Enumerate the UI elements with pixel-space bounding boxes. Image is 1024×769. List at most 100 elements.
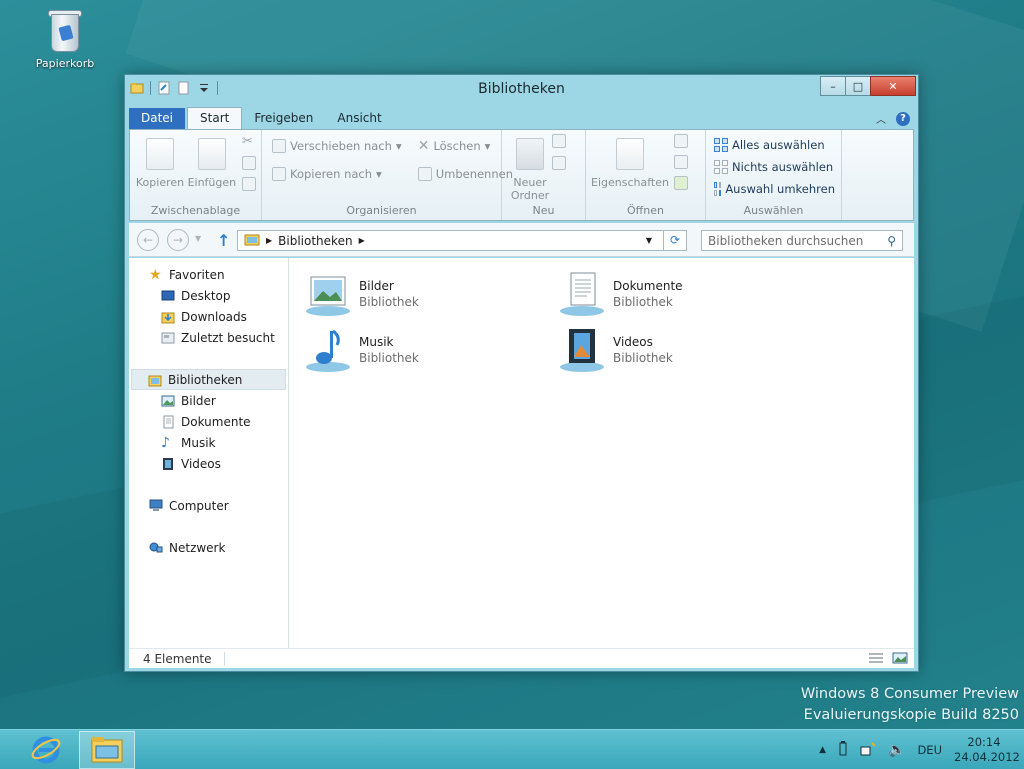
item-count: 4 Elemente [143,651,212,666]
delete-button[interactable]: ✕ Löschen ▾ [418,135,513,157]
desktop-icon [161,289,175,303]
internet-explorer-icon [30,733,62,768]
copy-path-icon[interactable] [242,156,256,170]
forward-button[interactable]: → [167,229,189,251]
paste-shortcut-icon[interactable] [242,177,256,191]
ribbon-group-new: Neuer Ordner Neu [502,130,586,220]
large-icons-view-icon[interactable] [892,652,908,667]
navigation-bar: ← → ▼ ↑ ▶ Bibliotheken ▶ ▼ ⟳ Bibliotheke… [129,223,914,257]
search-input[interactable]: Bibliotheken durchsuchen ⚲ [701,230,903,251]
paste-button[interactable]: Einfügen [188,134,236,189]
libraries-folder-icon [244,232,260,249]
taskbar-internet-explorer[interactable] [18,731,74,769]
tab-start[interactable]: Start [187,107,243,129]
maximize-button[interactable]: □ [845,76,871,96]
recent-locations-chevron-icon[interactable]: ▼ [195,234,201,243]
nav-item-pictures[interactable]: Bilder [129,390,288,411]
input-language[interactable]: DEU [917,743,942,757]
nav-network[interactable]: Netzwerk [129,537,288,558]
nav-item-documents[interactable]: Dokumente [129,411,288,432]
select-all-icon [714,138,728,152]
tab-file[interactable]: Datei [129,108,186,129]
help-icon[interactable]: ? [896,111,910,126]
tab-share[interactable]: Freigeben [242,108,325,129]
select-none-button[interactable]: Nichts auswählen [714,156,835,178]
file-type: Bibliothek [613,351,673,365]
status-bar: 4 Elemente [129,648,914,668]
nav-item-recent[interactable]: Zuletzt besucht [129,327,288,348]
nav-item-desktop[interactable]: Desktop [129,285,288,306]
address-dropdown-icon[interactable]: ▼ [646,236,652,245]
select-none-icon [714,160,728,174]
breadcrumb-separator-icon[interactable]: ▶ [266,236,272,245]
recycle-bin-icon [47,8,83,52]
show-hidden-icons-chevron-icon[interactable]: ▲ [819,745,826,755]
list-item-videos-library[interactable]: Videos Bibliothek [559,324,789,376]
explorer-window: Bibliotheken – □ ✕ Datei Start Freigeben… [124,74,919,672]
search-icon[interactable]: ⚲ [887,234,896,248]
file-name: Dokumente [613,279,683,293]
documents-icon [161,415,175,429]
film-strip-icon [161,457,175,471]
taskbar: ▲ 🔈 DEU 20:14 24.04.2012 [0,729,1024,769]
copy-to-button[interactable]: Kopieren nach ▾ [272,163,402,185]
new-item-icon[interactable] [552,134,566,148]
scissors-icon[interactable]: ✂ [242,134,256,149]
nav-libraries[interactable]: Bibliotheken [131,369,286,390]
up-arrow-icon[interactable]: ↑ [217,231,230,250]
history-icon[interactable] [674,176,688,190]
nav-item-videos[interactable]: Videos [129,453,288,474]
music-note-icon: ♪ [161,434,170,451]
back-button[interactable]: ← [137,229,159,251]
ribbon-tabs: Datei Start Freigeben Ansicht ︿ ? [129,107,914,129]
minimize-button[interactable]: – [820,76,846,96]
breadcrumb-separator-icon[interactable]: ▶ [359,236,365,245]
rename-button[interactable]: Umbenennen [417,163,513,185]
minimize-ribbon-chevron-icon[interactable]: ︿ [876,111,886,126]
open-icon[interactable] [674,134,688,148]
file-explorer-icon [90,734,124,767]
nav-computer[interactable]: Computer [129,495,288,516]
nav-item-downloads[interactable]: Downloads [129,306,288,327]
taskbar-file-explorer[interactable] [79,731,135,769]
invert-selection-button[interactable]: Auswahl umkehren [714,178,835,200]
battery-icon[interactable] [838,740,848,760]
refresh-button[interactable]: ⟳ [663,230,687,251]
file-name: Videos [613,335,653,349]
list-item-pictures-library[interactable]: Bilder Bibliothek [305,268,535,320]
navigation-pane: ★ Favoriten Desktop Downloads Zuletzt be… [129,258,289,648]
desktop-icon-recycle-bin[interactable]: Papierkorb [30,8,100,70]
breadcrumb-item[interactable]: Bibliotheken [278,234,352,248]
network-status-icon[interactable] [860,741,876,760]
easy-access-icon[interactable] [552,156,566,170]
close-button[interactable]: ✕ [870,76,916,96]
list-item-music-library[interactable]: Musik Bibliothek [305,324,535,376]
nav-item-music[interactable]: ♪ Musik [129,432,288,453]
edit-icon[interactable] [674,155,688,169]
copy-to-icon [272,167,286,181]
window-title: Bibliotheken [478,81,565,97]
new-folder-icon [516,138,544,170]
libraries-folder-icon [148,373,162,387]
title-bar[interactable]: Bibliotheken – □ ✕ [125,75,918,105]
documents-library-icon [559,271,605,317]
new-folder-button[interactable]: Neuer Ordner [508,134,552,202]
copy-button[interactable]: Kopieren [136,134,184,189]
properties-button[interactable]: Eigenschaften [591,134,669,189]
ribbon: Kopieren Einfügen ✂ Zwischenablage Versc… [129,129,914,221]
list-item-documents-library[interactable]: Dokumente Bibliothek [559,268,789,320]
recent-places-icon [161,331,175,345]
search-placeholder: Bibliotheken durchsuchen [708,233,864,248]
clock[interactable]: 20:14 24.04.2012 [954,735,1020,765]
file-type: Bibliothek [359,351,419,365]
pictures-library-icon [305,271,351,317]
move-to-button[interactable]: Verschieben nach ▾ [272,135,402,157]
speaker-icon[interactable]: 🔈 [888,742,905,758]
file-type: Bibliothek [613,295,673,309]
nav-favorites[interactable]: ★ Favoriten [129,264,288,285]
address-bar[interactable]: ▶ Bibliotheken ▶ ▼ [237,230,687,251]
tab-view[interactable]: Ansicht [325,108,393,129]
ribbon-group-select: Alles auswählen Nichts auswählen Auswahl… [706,130,842,220]
details-view-icon[interactable] [868,652,884,667]
select-all-button[interactable]: Alles auswählen [714,134,835,156]
